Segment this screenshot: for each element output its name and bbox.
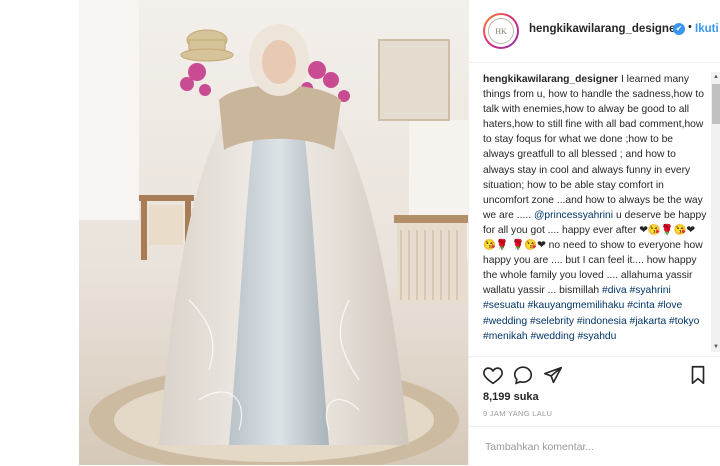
like-button[interactable] [482,364,504,386]
comment-button[interactable] [512,364,534,386]
header-username-link[interactable]: hengkikawilarang_designer [529,23,680,35]
comment-input[interactable] [483,437,711,457]
caption-username-link[interactable]: hengkikawilarang_designer [483,74,618,85]
mention-link[interactable]: @princessyahrini [534,210,613,221]
avatar-inner: HK [485,15,517,47]
header-separator: • [688,21,692,33]
verified-badge-icon: ✔ [673,23,685,35]
share-icon [543,366,563,384]
post-dialog: HK hengkikawilarang_designer ✔ • Ikuti h… [0,0,720,465]
post-photo [79,0,468,465]
comment-icon [513,366,533,385]
brand-logo-icon: HK [488,18,514,44]
caption-emoji-2: 🌹😘❤ [511,240,546,252]
save-button[interactable] [687,364,709,386]
bookmark-icon [691,365,705,385]
add-comment-bar [469,426,720,466]
heart-icon [483,367,503,385]
post-side-panel: HK hengkikawilarang_designer ✔ • Ikuti h… [468,0,720,465]
avatar[interactable]: HK [483,13,519,49]
caption-scrollbar[interactable]: ▲ ▼ [711,72,720,352]
caption-area: hengkikawilarang_designer I learned many… [483,72,707,352]
likes-count[interactable]: 8,199 suka [483,391,539,403]
post-header: HK hengkikawilarang_designer ✔ • Ikuti [469,0,720,63]
scroll-thumb[interactable] [712,84,720,124]
post-timestamp[interactable]: 9 JAM YANG LALU [483,409,552,418]
wedding-gown-image [79,0,468,465]
scroll-down-arrow-icon[interactable]: ▼ [711,342,720,352]
action-bar [469,356,720,387]
caption-text-part-1: I learned many things from u, how to han… [483,74,704,221]
follow-button[interactable]: Ikuti [695,23,719,35]
scroll-up-arrow-icon[interactable]: ▲ [711,72,720,82]
share-button[interactable] [542,364,564,386]
